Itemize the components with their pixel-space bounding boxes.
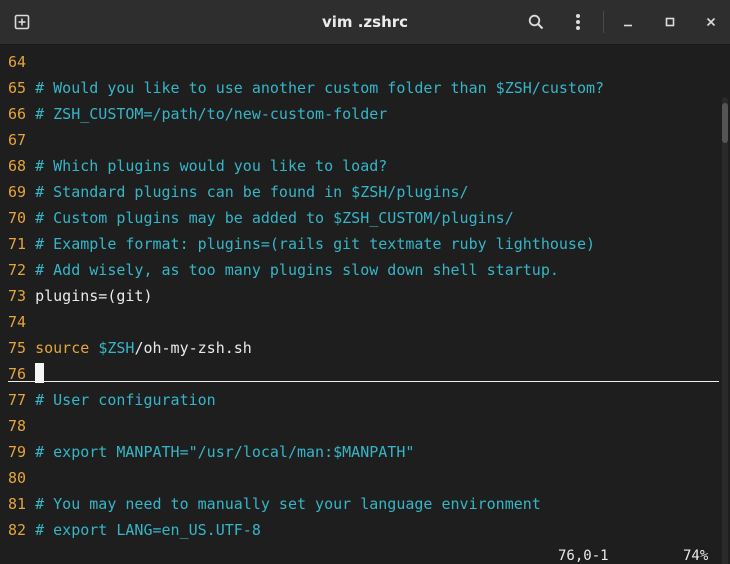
code-variable: $ZSH	[98, 339, 135, 357]
code-comment: # export MANPATH="/usr/local/man:$MANPAT…	[35, 443, 415, 461]
close-icon[interactable]	[697, 8, 725, 36]
scrollbar-thumb[interactable]	[722, 103, 728, 143]
line-number: 74	[8, 313, 27, 331]
line-number: 66	[8, 105, 27, 123]
editor-line: 64	[8, 49, 26, 75]
line-number: 78	[8, 417, 27, 435]
line-number: 72	[8, 261, 27, 279]
editor-line-current: 76	[8, 361, 26, 387]
line-number: 81	[8, 495, 27, 513]
code-comment: # Example format: plugins=(rails git tex…	[35, 235, 596, 253]
terminal-window: vim .zshrc 64 65 # Would you like to use…	[0, 0, 730, 564]
code-comment: # User configuration	[35, 391, 216, 409]
line-number: 71	[8, 235, 27, 253]
line-number: 75	[8, 339, 27, 357]
code-keyword: source	[35, 339, 90, 357]
code-comment: # Standard plugins can be found in $ZSH/…	[35, 183, 469, 201]
editor-line: 70 # Custom plugins may be added to $ZSH…	[8, 205, 514, 231]
cursor-position-status: 76,0-1	[558, 548, 609, 564]
line-number: 65	[8, 79, 27, 97]
code-text: plugins=(git)	[35, 287, 153, 305]
editor-line: 81 # You may need to manually set your l…	[8, 491, 541, 517]
scrollbar-track[interactable]	[722, 97, 728, 564]
line-number: 79	[8, 443, 27, 461]
editor-line: 79 # export MANPATH="/usr/local/man:$MAN…	[8, 439, 414, 465]
line-number: 80	[8, 469, 27, 487]
editor-line: 71 # Example format: plugins=(rails git …	[8, 231, 595, 257]
editor-line: 80	[8, 465, 26, 491]
search-icon[interactable]	[522, 8, 550, 36]
editor-line: 73 plugins=(git)	[8, 283, 153, 309]
cursor-line-underline	[8, 381, 719, 382]
line-number: 69	[8, 183, 27, 201]
code-text: /oh-my-zsh.sh	[134, 339, 252, 357]
editor-line: 67	[8, 127, 26, 153]
line-number: 82	[8, 521, 27, 539]
code-comment: # Which plugins would you like to load?	[35, 157, 388, 175]
line-number: 70	[8, 209, 27, 227]
line-number: 77	[8, 391, 27, 409]
titlebar-separator	[603, 11, 604, 33]
editor-line: 74	[8, 309, 26, 335]
line-number: 68	[8, 157, 27, 175]
editor-line: 65 # Would you like to use another custo…	[8, 75, 604, 101]
kebab-menu-icon[interactable]	[564, 8, 592, 36]
new-tab-icon[interactable]	[8, 8, 36, 36]
editor-line: 66 # ZSH_CUSTOM=/path/to/new-custom-fold…	[8, 101, 387, 127]
minimize-icon[interactable]	[614, 8, 642, 36]
text-cursor	[35, 363, 44, 383]
code-comment: # Add wisely, as too many plugins slow d…	[35, 261, 559, 279]
maximize-icon[interactable]	[656, 8, 684, 36]
editor-line: 78	[8, 413, 26, 439]
editor-line: 75 source $ZSH/oh-my-zsh.sh	[8, 335, 252, 361]
editor-line: 69 # Standard plugins can be found in $Z…	[8, 179, 469, 205]
title-bar: vim .zshrc	[0, 0, 730, 45]
editor-line: 77 # User configuration	[8, 387, 216, 413]
editor-line: 72 # Add wisely, as too many plugins slo…	[8, 257, 559, 283]
editor-line: 68 # Which plugins would you like to loa…	[8, 153, 387, 179]
code-comment: # Would you like to use another custom f…	[35, 79, 605, 97]
editor-line: 82 # export LANG=en_US.UTF-8	[8, 517, 261, 543]
line-number: 67	[8, 131, 27, 149]
code-comment: # You may need to manually set your lang…	[35, 495, 541, 513]
scroll-percent-status: 74%	[683, 548, 709, 564]
line-number: 64	[8, 53, 27, 71]
code-comment: # export LANG=en_US.UTF-8	[35, 521, 261, 539]
line-number: 73	[8, 287, 27, 305]
code-comment: # Custom plugins may be added to $ZSH_CU…	[35, 209, 514, 227]
terminal-content[interactable]: 64 65 # Would you like to use another cu…	[0, 45, 730, 564]
code-comment: # ZSH_CUSTOM=/path/to/new-custom-folder	[35, 105, 388, 123]
